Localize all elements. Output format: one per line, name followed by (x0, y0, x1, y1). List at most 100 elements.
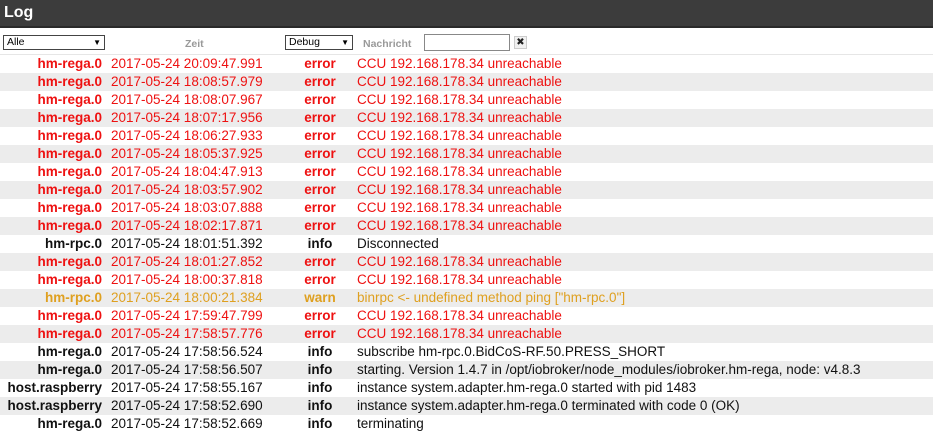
log-message: CCU 192.168.178.34 unreachable (357, 254, 562, 269)
log-severity: error (304, 110, 336, 125)
log-message: CCU 192.168.178.34 unreachable (357, 272, 562, 287)
log-row: hm-rega.0 2017-05-24 17:58:52.669 info term… (0, 415, 933, 433)
log-row: hm-rega.0 2017-05-24 18:01:27.852 error CCU… (0, 253, 933, 271)
log-row: hm-rpc.0 2017-05-24 18:01:51.392 info Disco… (0, 235, 933, 253)
log-severity: info (307, 398, 333, 413)
log-severity: error (304, 128, 336, 143)
log-severity: error (304, 272, 336, 287)
log-message: starting. Version 1.4.7 in /opt/iobroker… (357, 362, 861, 377)
title-bar: Log (0, 0, 933, 28)
log-table: hm-rega.0 2017-05-24 20:09:47.991 error CCU… (0, 55, 933, 433)
log-message: binrpc <- undefined method ping ["hm-rpc… (357, 290, 626, 305)
page-title: Log (4, 4, 34, 21)
log-time: 2017-05-24 20:09:47.991 (111, 56, 263, 71)
log-source: hm-rega.0 (37, 92, 102, 107)
log-row: hm-rega.0 2017-05-24 18:02:17.871 error CCU… (0, 217, 933, 235)
log-time: 2017-05-24 18:02:17.871 (111, 218, 263, 233)
log-row: hm-rega.0 2017-05-24 18:05:37.925 error CCU… (0, 145, 933, 163)
log-source: hm-rega.0 (37, 362, 102, 377)
log-source: hm-rega.0 (37, 56, 102, 71)
log-row: hm-rega.0 2017-05-24 18:06:27.933 error CCU… (0, 127, 933, 145)
message-column-label: Nachricht (363, 38, 412, 50)
log-time: 2017-05-24 18:00:21.384 (111, 290, 263, 305)
log-source: hm-rega.0 (37, 218, 102, 233)
log-severity: error (304, 254, 336, 269)
log-row: hm-rega.0 2017-05-24 17:58:57.776 error CCU… (0, 325, 933, 343)
log-row: host.raspberry 2017-05-24 17:58:55.167 inf… (0, 379, 933, 397)
log-row: hm-rega.0 2017-05-24 18:08:07.967 error CCU… (0, 91, 933, 109)
log-severity: error (304, 92, 336, 107)
log-source: hm-rega.0 (37, 308, 102, 323)
log-severity: error (304, 218, 336, 233)
log-source: host.raspberry (7, 380, 102, 395)
log-message: terminating (357, 416, 424, 431)
log-source: hm-rega.0 (37, 182, 102, 197)
message-filter-input[interactable] (424, 34, 510, 51)
log-severity: info (307, 380, 333, 395)
chevron-down-icon: ▼ (93, 38, 101, 47)
log-source: hm-rega.0 (37, 74, 102, 89)
log-source: hm-rega.0 (37, 200, 102, 215)
log-time: 2017-05-24 17:58:52.669 (111, 416, 263, 431)
log-time: 2017-05-24 18:08:57.979 (111, 74, 263, 89)
log-message: CCU 192.168.178.34 unreachable (357, 182, 562, 197)
log-row: hm-rega.0 2017-05-24 20:09:47.991 error CCU… (0, 55, 933, 73)
log-severity: info (307, 344, 333, 359)
log-message: CCU 192.168.178.34 unreachable (357, 56, 562, 71)
log-message: instance system.adapter.hm-rega.0 termin… (357, 398, 740, 413)
log-time: 2017-05-24 18:03:57.902 (111, 182, 263, 197)
log-message: Disconnected (357, 236, 439, 251)
log-row: hm-rega.0 2017-05-24 18:00:37.818 error CCU… (0, 271, 933, 289)
log-time: 2017-05-24 18:01:27.852 (111, 254, 263, 269)
log-message: CCU 192.168.178.34 unreachable (357, 200, 562, 215)
log-message: instance system.adapter.hm-rega.0 starte… (357, 380, 697, 395)
log-severity: error (304, 56, 336, 71)
time-column-label: Zeit (185, 38, 204, 50)
level-filter-select[interactable]: Debug ▼ (285, 35, 353, 50)
log-message: CCU 192.168.178.34 unreachable (357, 128, 562, 143)
log-message: CCU 192.168.178.34 unreachable (357, 218, 562, 233)
log-severity: error (304, 182, 336, 197)
log-severity: error (304, 164, 336, 179)
log-severity: error (304, 146, 336, 161)
log-time: 2017-05-24 17:58:57.776 (111, 326, 263, 341)
log-time: 2017-05-24 17:58:52.690 (111, 398, 263, 413)
log-source: hm-rpc.0 (44, 236, 102, 251)
log-time: 2017-05-24 18:03:07.888 (111, 200, 263, 215)
log-source: hm-rega.0 (37, 326, 102, 341)
log-source: hm-rega.0 (37, 146, 102, 161)
log-time: 2017-05-24 18:04:47.913 (111, 164, 263, 179)
log-severity: error (304, 326, 336, 341)
log-source: hm-rega.0 (37, 110, 102, 125)
log-severity: error (304, 200, 336, 215)
log-time: 2017-05-24 17:59:47.799 (111, 308, 263, 323)
log-time: 2017-05-24 18:00:37.818 (111, 272, 263, 287)
log-row: hm-rega.0 2017-05-24 17:58:56.507 info star… (0, 361, 933, 379)
close-icon: ✖ (516, 37, 525, 48)
source-filter-select[interactable]: Alle ▼ (3, 35, 105, 50)
log-severity: error (304, 308, 336, 323)
log-severity: error (304, 74, 336, 89)
log-time: 2017-05-24 18:06:27.933 (111, 128, 263, 143)
chevron-down-icon: ▼ (341, 38, 349, 47)
log-source: hm-rega.0 (37, 254, 102, 269)
log-severity: info (307, 362, 333, 377)
log-message: CCU 192.168.178.34 unreachable (357, 308, 562, 323)
level-filter-value: Debug (289, 36, 320, 48)
log-source: hm-rega.0 (37, 344, 102, 359)
log-time: 2017-05-24 18:07:17.956 (111, 110, 263, 125)
log-row: hm-rpc.0 2017-05-24 18:00:21.384 warn binrp… (0, 289, 933, 307)
log-row: hm-rega.0 2017-05-24 18:03:57.902 error CCU… (0, 181, 933, 199)
log-message: subscribe hm-rpc.0.BidCoS-RF.50.PRESS_SH… (357, 344, 666, 359)
filter-bar: Alle ▼ Zeit Debug ▼ Nachricht ✖ (0, 28, 933, 55)
log-time: 2017-05-24 18:01:51.392 (111, 236, 263, 251)
log-source: hm-rega.0 (37, 164, 102, 179)
log-message: CCU 192.168.178.34 unreachable (357, 326, 562, 341)
log-row: hm-rega.0 2017-05-24 18:04:47.913 error CCU… (0, 163, 933, 181)
log-row: hm-rega.0 2017-05-24 18:07:17.956 error CCU… (0, 109, 933, 127)
log-message: CCU 192.168.178.34 unreachable (357, 164, 562, 179)
clear-filter-button[interactable]: ✖ (514, 36, 527, 49)
log-message: CCU 192.168.178.34 unreachable (357, 92, 562, 107)
log-row: hm-rega.0 2017-05-24 18:03:07.888 error CCU… (0, 199, 933, 217)
log-source: hm-rega.0 (37, 272, 102, 287)
